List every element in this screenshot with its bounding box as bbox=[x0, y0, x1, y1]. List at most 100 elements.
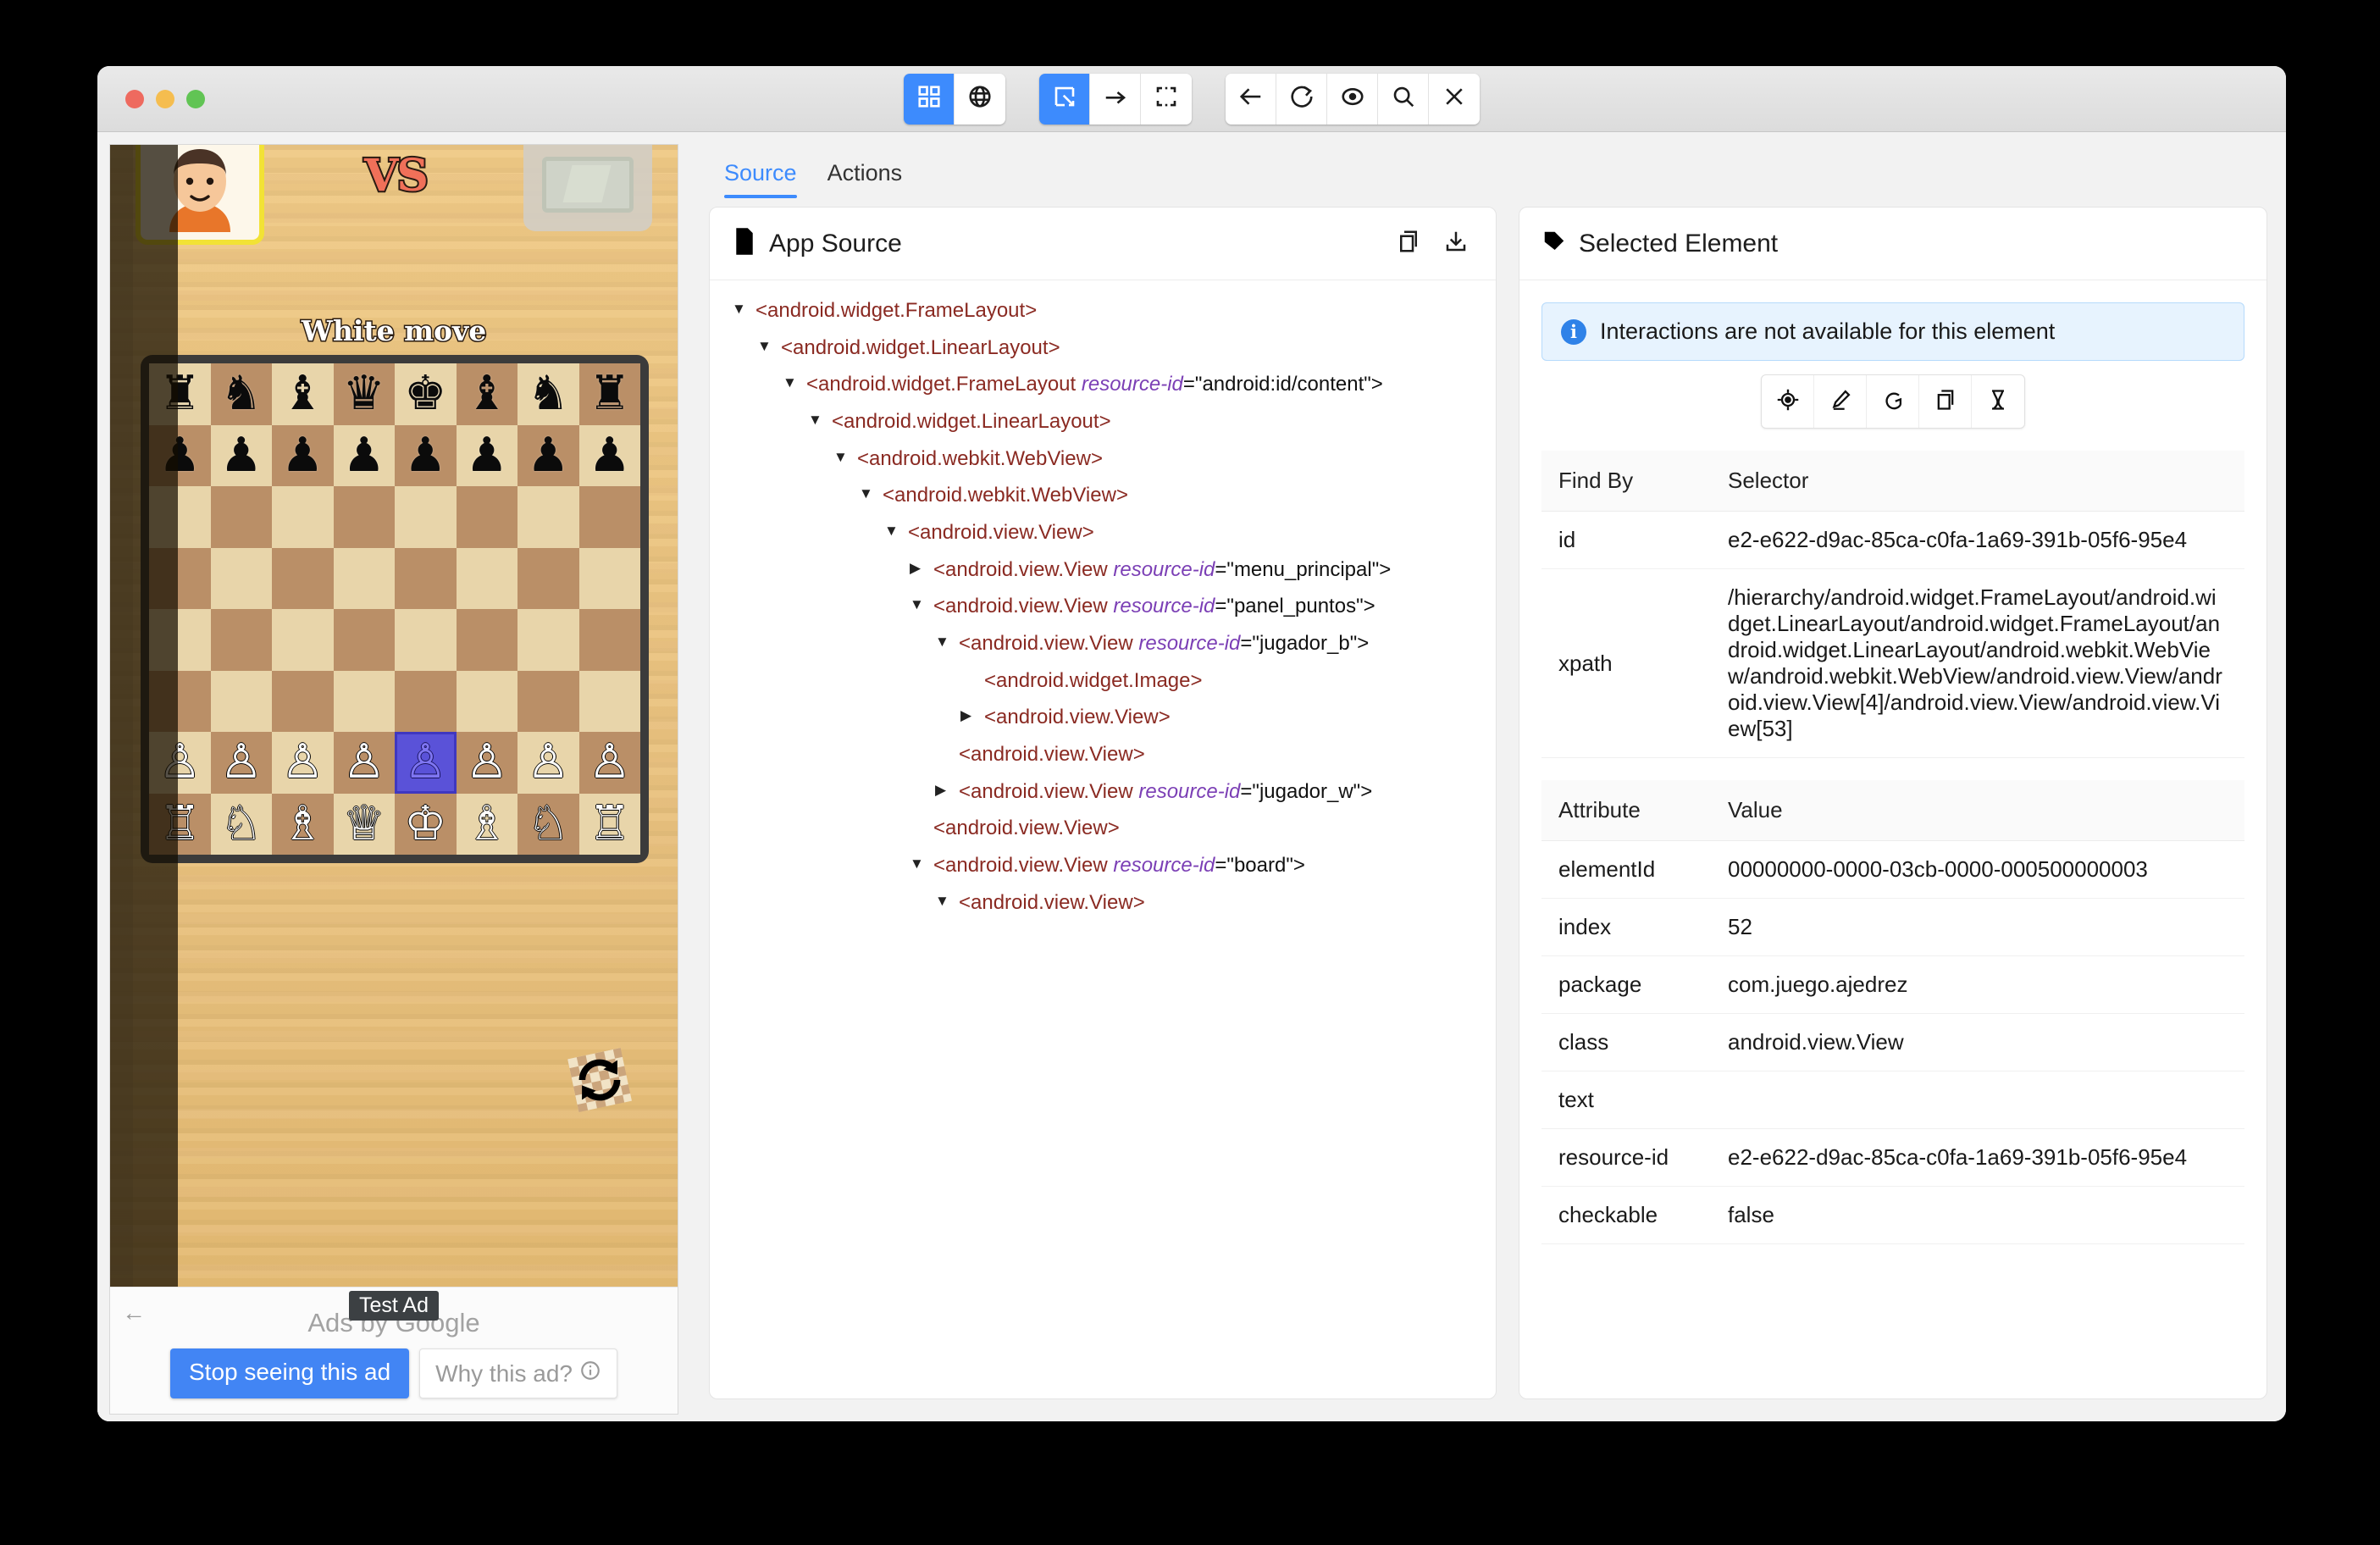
board-square[interactable]: ♟ bbox=[518, 425, 579, 487]
tab-actions[interactable]: Actions bbox=[812, 160, 918, 198]
chess-piece[interactable]: ♗ bbox=[466, 800, 508, 848]
board-square[interactable] bbox=[211, 548, 273, 610]
chess-piece[interactable]: ♞ bbox=[220, 370, 263, 418]
copy-attributes-button[interactable] bbox=[1919, 375, 1972, 428]
board-square[interactable] bbox=[518, 486, 579, 548]
maximize-window-button[interactable] bbox=[186, 90, 205, 108]
board-square[interactable]: ♙ bbox=[395, 732, 457, 794]
chevron-right-icon[interactable]: ▶ bbox=[960, 704, 984, 727]
source-tree-node[interactable]: ▼<android.widget.LinearLayout> bbox=[732, 408, 1474, 435]
attribute-table-row[interactable]: elementId00000000-0000-03cb-0000-0005000… bbox=[1541, 841, 2244, 899]
chevron-right-icon[interactable]: ▶ bbox=[935, 778, 959, 801]
chess-piece[interactable]: ♟ bbox=[281, 432, 324, 479]
chess-piece[interactable]: ♙ bbox=[220, 739, 263, 786]
selector-table-row[interactable]: xpath/hierarchy/android.widget.FrameLayo… bbox=[1541, 569, 2244, 758]
source-tree-node[interactable]: ▼<android.view.View resource-id="board"> bbox=[732, 852, 1474, 879]
board-square[interactable] bbox=[579, 486, 641, 548]
chess-piece[interactable]: ♔ bbox=[404, 800, 446, 848]
source-tree-node[interactable]: ▼<android.view.View> bbox=[732, 815, 1474, 842]
board-square[interactable]: ♟ bbox=[457, 425, 518, 487]
chevron-down-icon[interactable]: ▼ bbox=[910, 852, 933, 875]
board-square[interactable]: ♙ bbox=[334, 732, 396, 794]
wait-timeout-button[interactable] bbox=[1972, 375, 2024, 428]
chevron-down-icon[interactable]: ▼ bbox=[910, 593, 933, 616]
device-screenshot[interactable]: VS ♜♞♝♛♚♝♞♜♟♟♟♟♟♟♟♟♙♙♙♙♙♙♙♙♖♘♗♕♔♗♘♖ Whit… bbox=[109, 144, 678, 1415]
source-tree-node[interactable]: ▼<android.webkit.WebView> bbox=[732, 446, 1474, 473]
board-square[interactable]: ♘ bbox=[211, 794, 273, 856]
minimize-window-button[interactable] bbox=[156, 90, 174, 108]
source-tree-node[interactable]: ▼<android.widget.Image> bbox=[732, 667, 1474, 695]
web-view-button[interactable] bbox=[955, 74, 1005, 125]
board-square[interactable] bbox=[395, 671, 457, 733]
board-square[interactable] bbox=[395, 609, 457, 671]
chess-piece[interactable]: ♖ bbox=[589, 800, 631, 848]
source-tree-node[interactable]: ▶<android.view.View> bbox=[732, 704, 1474, 731]
chevron-down-icon[interactable]: ▼ bbox=[808, 408, 832, 431]
board-square[interactable]: ♟ bbox=[395, 425, 457, 487]
board-square[interactable] bbox=[272, 486, 334, 548]
send-keys-button[interactable] bbox=[1814, 375, 1867, 428]
attribute-table-row[interactable]: text bbox=[1541, 1072, 2244, 1129]
grid-view-button[interactable] bbox=[904, 74, 955, 125]
chess-piece[interactable]: ♙ bbox=[466, 739, 508, 786]
chess-piece[interactable]: ♝ bbox=[281, 370, 324, 418]
board-square[interactable] bbox=[211, 486, 273, 548]
chess-piece[interactable]: ♘ bbox=[527, 800, 569, 848]
board-square[interactable] bbox=[334, 548, 396, 610]
source-tree-node[interactable]: ▼<android.widget.LinearLayout> bbox=[732, 335, 1474, 362]
board-square[interactable] bbox=[518, 609, 579, 671]
quit-session-button[interactable] bbox=[1429, 74, 1480, 125]
board-square[interactable] bbox=[334, 486, 396, 548]
chess-piece[interactable]: ♛ bbox=[343, 370, 385, 418]
board-square[interactable]: ♞ bbox=[211, 363, 273, 425]
chess-piece[interactable]: ♟ bbox=[466, 432, 508, 479]
selector-table-row[interactable]: ide2-e622-d9ac-85ca-c0fa-1a69-391b-05f6-… bbox=[1541, 512, 2244, 569]
board-square[interactable]: ♜ bbox=[579, 363, 641, 425]
chess-piece[interactable]: ♝ bbox=[466, 370, 508, 418]
chevron-down-icon[interactable]: ▼ bbox=[757, 335, 781, 357]
source-tree-node[interactable]: ▶<android.view.View resource-id="menu_pr… bbox=[732, 557, 1474, 584]
board-square[interactable] bbox=[579, 548, 641, 610]
chess-piece[interactable]: ♘ bbox=[220, 800, 263, 848]
source-tree-node[interactable]: ▼<android.widget.FrameLayout resource-id… bbox=[732, 371, 1474, 398]
chess-piece[interactable]: ♟ bbox=[589, 432, 631, 479]
toggle-visibility-button[interactable] bbox=[1327, 74, 1378, 125]
board-square[interactable]: ♙ bbox=[211, 732, 273, 794]
source-tree-node[interactable]: ▼<android.widget.FrameLayout> bbox=[732, 297, 1474, 324]
chess-piece[interactable]: ♜ bbox=[589, 370, 631, 418]
board-square[interactable]: ♙ bbox=[518, 732, 579, 794]
search-element-button[interactable] bbox=[1378, 74, 1429, 125]
board-square[interactable]: ♞ bbox=[518, 363, 579, 425]
board-square[interactable] bbox=[272, 671, 334, 733]
source-tree-node[interactable]: ▼<android.view.View> bbox=[732, 889, 1474, 916]
tap-by-coordinates-button[interactable] bbox=[1141, 74, 1192, 125]
board-square[interactable] bbox=[579, 609, 641, 671]
chess-piece[interactable]: ♙ bbox=[343, 739, 385, 786]
board-square[interactable] bbox=[579, 671, 641, 733]
back-button[interactable] bbox=[1226, 74, 1276, 125]
chevron-down-icon[interactable]: ▼ bbox=[783, 371, 806, 394]
chevron-down-icon[interactable]: ▼ bbox=[884, 519, 908, 542]
source-tree-node[interactable]: ▼<android.view.View resource-id="panel_p… bbox=[732, 593, 1474, 620]
source-tree-node[interactable]: ▼<android.webkit.WebView> bbox=[732, 482, 1474, 509]
attribute-table-row[interactable]: resource-ide2-e622-d9ac-85ca-c0fa-1a69-3… bbox=[1541, 1129, 2244, 1187]
source-tree-node[interactable]: ▼<android.view.View resource-id="jugador… bbox=[732, 630, 1474, 657]
board-square[interactable] bbox=[211, 609, 273, 671]
why-this-ad-button[interactable]: Why this ad? bbox=[419, 1348, 617, 1398]
board-square[interactable]: ♕ bbox=[334, 794, 396, 856]
chess-piece[interactable]: ♟ bbox=[527, 432, 569, 479]
refresh-source-button[interactable] bbox=[1276, 74, 1327, 125]
download-source-button[interactable] bbox=[1438, 224, 1474, 263]
chess-piece[interactable]: ♞ bbox=[527, 370, 569, 418]
board-square[interactable] bbox=[334, 671, 396, 733]
source-tree-node[interactable]: ▼<android.view.View> bbox=[732, 519, 1474, 546]
swipe-button[interactable] bbox=[1090, 74, 1141, 125]
board-square[interactable]: ♖ bbox=[579, 794, 641, 856]
board-square[interactable]: ♙ bbox=[457, 732, 518, 794]
board-square[interactable] bbox=[272, 548, 334, 610]
chess-piece[interactable]: ♗ bbox=[281, 800, 324, 848]
board-square[interactable] bbox=[457, 486, 518, 548]
chess-piece[interactable]: ♟ bbox=[343, 432, 385, 479]
stop-seeing-this-ad-button[interactable]: Stop seeing this ad bbox=[170, 1348, 409, 1398]
board-square[interactable] bbox=[518, 671, 579, 733]
